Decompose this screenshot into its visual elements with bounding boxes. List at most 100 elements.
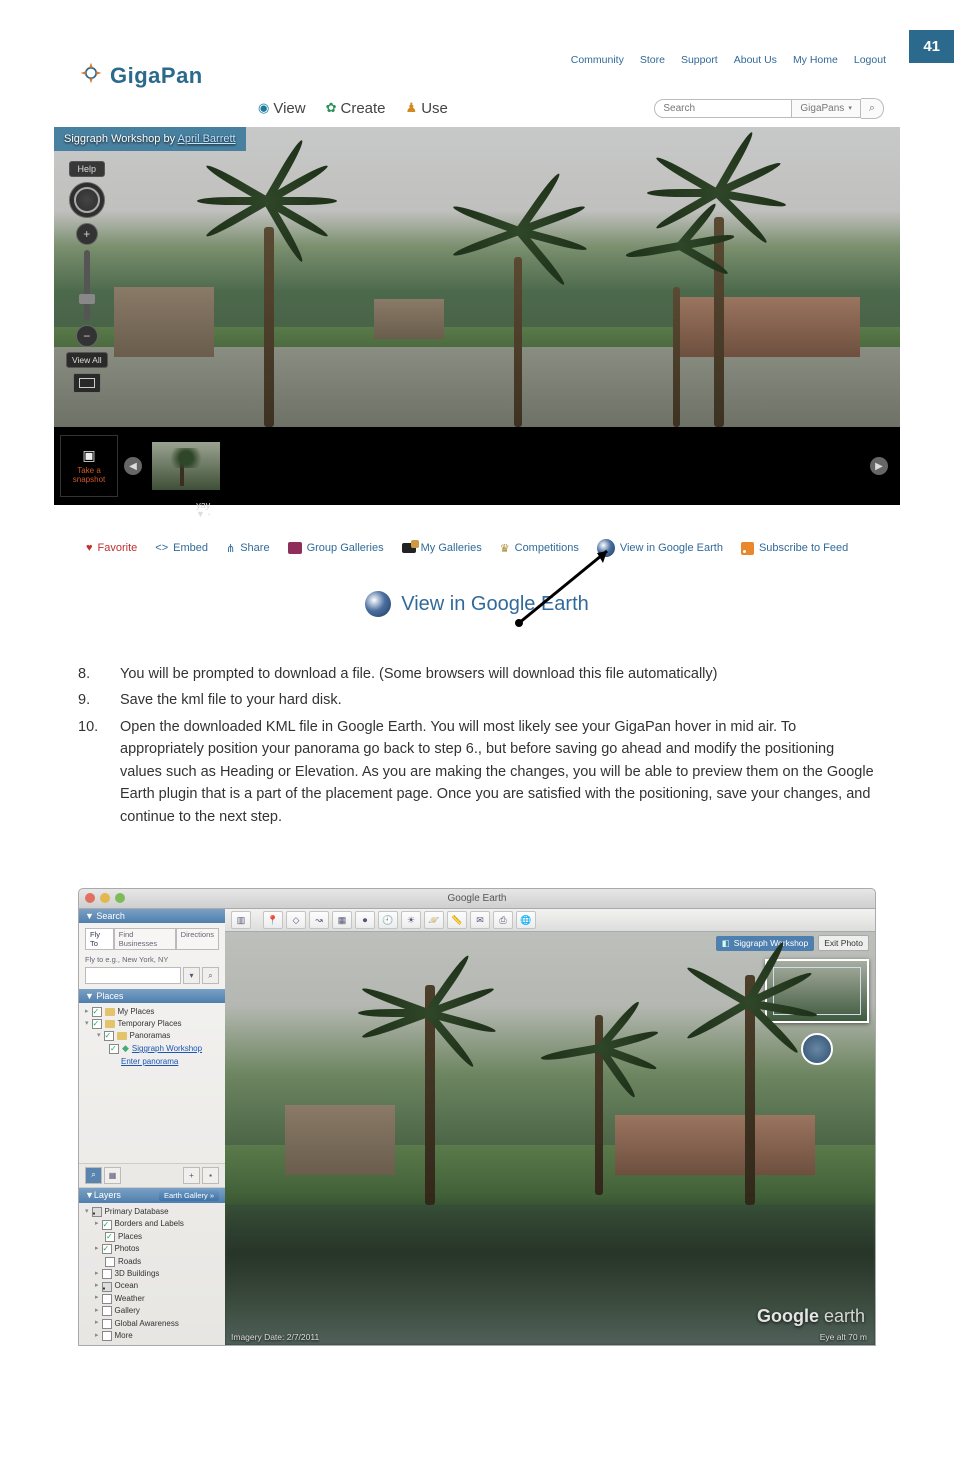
tb-hide-sidebar[interactable]: ▥ [231, 911, 251, 929]
layer-3d-buildings[interactable]: ▸3D Buildings [85, 1268, 219, 1280]
history-button[interactable]: ▾ [183, 967, 200, 984]
maximize-icon[interactable] [115, 893, 125, 903]
fullscreen-button[interactable] [73, 373, 101, 393]
step-number: 10. [78, 716, 106, 828]
help-button[interactable]: Help [69, 161, 106, 177]
nav-use[interactable]: ♟Use [406, 100, 448, 117]
link-logout[interactable]: Logout [854, 54, 886, 66]
eye-icon: ◉ [258, 100, 269, 116]
share-button[interactable]: ⋔Share [226, 542, 270, 555]
tb-record[interactable]: ⏺ [355, 911, 375, 929]
search-button[interactable]: ⌕ [861, 98, 884, 119]
chevron-down-icon: ▾ [848, 104, 852, 112]
layer-photos[interactable]: ▸Photos [85, 1243, 219, 1255]
tb-image-overlay[interactable]: ▦ [332, 911, 352, 929]
action-toolbar: ♥Favorite <>Embed ⋔Share Group Galleries… [48, 523, 906, 565]
step-text: Save the kml file to your hard disk. [120, 689, 342, 711]
places-clear-button[interactable]: ▦ [104, 1167, 121, 1184]
tree-my-places[interactable]: ▸My Places [85, 1006, 219, 1018]
view-all-button[interactable]: View All [66, 352, 108, 368]
gigapan-logo[interactable]: GigaPan [78, 60, 203, 91]
tree-enter-panorama[interactable]: Enter panorama [85, 1056, 219, 1068]
layer-primary-database[interactable]: ▾▪Primary Database [85, 1206, 219, 1218]
layer-global-awareness[interactable]: ▸Global Awareness [85, 1318, 219, 1330]
pin-icon: ♟ [406, 100, 418, 116]
trophy-icon: ♛ [500, 542, 510, 555]
scroll-left-button[interactable]: ◀ [124, 457, 142, 475]
rss-icon [741, 542, 754, 555]
tree-temporary-places[interactable]: ▾Temporary Places [85, 1018, 219, 1030]
minimize-icon[interactable] [100, 893, 110, 903]
snapshot-thumbnail[interactable] [152, 442, 220, 490]
tb-planet[interactable]: 🪐 [424, 911, 444, 929]
take-snapshot-button[interactable]: ▣ Take a snapshot [60, 435, 118, 497]
layer-gallery[interactable]: ▸Gallery [85, 1305, 219, 1317]
step-number: 9. [78, 689, 106, 711]
nav-create[interactable]: ✿Create [326, 100, 386, 117]
compass-control[interactable] [69, 182, 105, 218]
gigapan-logo-text: GigaPan [110, 63, 203, 89]
search-scope-select[interactable]: GigaPans ▾ [792, 99, 860, 118]
search-go-button[interactable]: ⌕ [202, 967, 219, 984]
layer-ocean[interactable]: ▸▪Ocean [85, 1280, 219, 1292]
nav-view[interactable]: ◉View [258, 100, 306, 117]
layer-roads[interactable]: Roads [85, 1256, 219, 1268]
add-button[interactable]: + [183, 1167, 200, 1184]
layer-more[interactable]: ▸More [85, 1330, 219, 1342]
subscribe-button[interactable]: Subscribe to Feed [741, 542, 848, 555]
group-galleries-button[interactable]: Group Galleries [288, 542, 384, 554]
tab-directions[interactable]: Directions [176, 928, 219, 950]
panorama-controls: Help + − View All [66, 161, 108, 393]
zoom-out-button[interactable]: − [76, 325, 98, 347]
link-community[interactable]: Community [571, 54, 624, 66]
zoom-in-button[interactable]: + [76, 223, 98, 245]
tab-fly-to[interactable]: Fly To [85, 928, 114, 950]
callout-arrow [511, 541, 621, 631]
link-store[interactable]: Store [640, 54, 665, 66]
eye-altitude: Eye alt 70 m [820, 1332, 867, 1342]
places-search-button[interactable]: ⌕ [85, 1167, 102, 1184]
close-icon[interactable] [85, 893, 95, 903]
link-support[interactable]: Support [681, 54, 718, 66]
tb-sun[interactable]: ☀ [401, 911, 421, 929]
fly-to-input[interactable] [85, 967, 181, 984]
my-galleries-button[interactable]: My Galleries [402, 542, 482, 554]
page-number: 41 [909, 30, 954, 63]
tb-view-maps[interactable]: 🌐 [516, 911, 536, 929]
ge-sidebar: ▼ Search Fly To Find Businesses Directio… [79, 909, 225, 1345]
tb-polygon[interactable]: ◇ [286, 911, 306, 929]
ge-viewport[interactable]: ▥ 📍 ◇ ↝ ▦ ⏺ 🕘 ☀ 🪐 📏 ✉ ⎙ 🌐 ◧Siggraph [225, 909, 875, 1345]
window-titlebar: Google Earth [78, 888, 876, 909]
view-google-earth-callout: View in Google Earth [48, 591, 906, 617]
scroll-right-button[interactable]: ▶ [870, 457, 888, 475]
tb-placemark[interactable]: 📍 [263, 911, 283, 929]
tab-find-businesses[interactable]: Find Businesses [114, 928, 176, 950]
tree-siggraph[interactable]: ◆Siggraph Workshop [85, 1042, 219, 1056]
tb-email[interactable]: ✉ [470, 911, 490, 929]
embed-button[interactable]: <>Embed [155, 542, 208, 554]
tb-history[interactable]: 🕘 [378, 911, 398, 929]
exit-photo-button[interactable]: Exit Photo [818, 935, 869, 951]
link-my-home[interactable]: My Home [793, 54, 838, 66]
layer-places[interactable]: Places [85, 1231, 219, 1243]
search-pane-header[interactable]: ▼ Search [79, 909, 225, 923]
earth-gallery-button[interactable]: Earth Gallery » [159, 1190, 219, 1201]
layer-weather[interactable]: ▸Weather [85, 1293, 219, 1305]
favorite-button[interactable]: ♥Favorite [86, 542, 137, 554]
tb-path[interactable]: ↝ [309, 911, 329, 929]
layer-borders-labels[interactable]: ▸Borders and Labels [85, 1218, 219, 1230]
folder-button[interactable]: ▪ [202, 1167, 219, 1184]
places-pane-header[interactable]: ▼ Places [79, 989, 225, 1003]
link-about-us[interactable]: About Us [734, 54, 777, 66]
screenshot-google-earth: Google Earth ▼ Search Fly To Find Busine… [78, 888, 876, 1346]
tb-print[interactable]: ⎙ [493, 911, 513, 929]
step-number: 8. [78, 663, 106, 685]
panorama-viewer[interactable]: Siggraph Workshop by April Barrett [54, 127, 900, 427]
top-nav-links: Community Store Support About Us My Home… [571, 54, 906, 66]
search-input[interactable] [654, 99, 792, 118]
tree-panoramas[interactable]: ▾Panoramas [85, 1030, 219, 1042]
tb-ruler[interactable]: 📏 [447, 911, 467, 929]
group-icon [288, 542, 302, 554]
zoom-slider[interactable] [84, 250, 90, 320]
layers-pane-header[interactable]: ▼ LayersEarth Gallery » [79, 1188, 225, 1203]
